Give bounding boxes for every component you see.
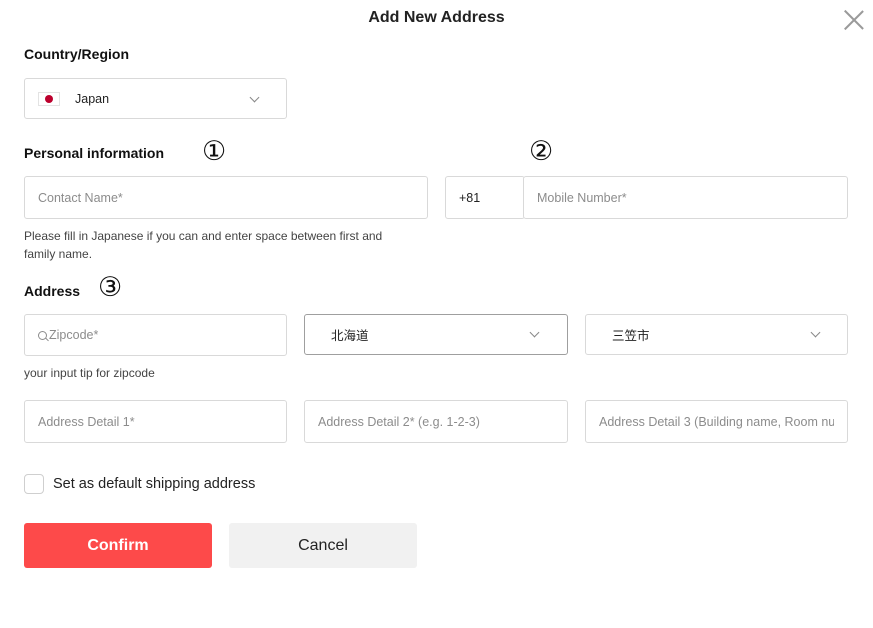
city-selected-value: 三笠市 [612,329,650,343]
phone-prefix-value: +81 [459,190,481,205]
personal-info-label: Personal information [24,145,165,161]
phone-prefix-field[interactable]: +81 [445,176,525,219]
address-detail-2-placeholder: Address Detail 2* (e.g. 1-2-3) [318,414,480,429]
address-detail-3-placeholder: Address Detail 3 (Building name, Room nu… [599,414,834,429]
chevron-down-icon [810,327,821,338]
search-icon [38,330,47,340]
annotation-marker-2: ② [529,136,554,167]
annotation-marker-3: ③ [98,272,123,303]
country-select[interactable]: Japan [24,78,287,119]
address-detail-1-placeholder: Address Detail 1* [38,414,135,429]
city-select[interactable]: 三笠市 [585,314,848,355]
zipcode-input[interactable]: Zipcode* [24,314,287,356]
name-hint-line-2: family name. [24,247,93,261]
contact-name-placeholder: Contact Name* [38,190,123,205]
dialog-title: Add New Address [368,9,505,26]
confirm-button[interactable]: Confirm [24,523,212,568]
default-address-checkbox[interactable] [24,474,44,494]
address-detail-1-input[interactable]: Address Detail 1* [24,400,287,443]
name-hint-line-1: Please fill in Japanese if you can and e… [24,229,383,243]
address-detail-2-input[interactable]: Address Detail 2* (e.g. 1-2-3) [304,400,568,443]
zipcode-placeholder: Zipcode* [49,328,99,342]
annotation-marker-1: ① [202,136,227,167]
prefecture-select[interactable]: 北海道 [304,314,568,355]
close-icon[interactable] [843,9,865,31]
mobile-number-placeholder: Mobile Number* [537,190,627,205]
prefecture-selected-value: 北海道 [331,329,369,343]
country-region-label: Country/Region [24,46,129,62]
japan-flag-icon [38,91,60,106]
default-address-label[interactable]: Set as default shipping address [53,476,255,492]
contact-name-input[interactable]: Contact Name* [24,176,428,219]
mobile-number-input[interactable]: Mobile Number* [523,176,848,219]
country-selected-value: Japan [75,91,110,106]
address-detail-3-input[interactable]: Address Detail 3 (Building name, Room nu… [585,400,848,443]
address-label: Address [24,283,81,299]
zipcode-hint: your input tip for zipcode [24,366,155,380]
cancel-button[interactable]: Cancel [229,523,417,568]
chevron-down-icon [249,92,260,103]
chevron-down-icon [529,327,540,338]
